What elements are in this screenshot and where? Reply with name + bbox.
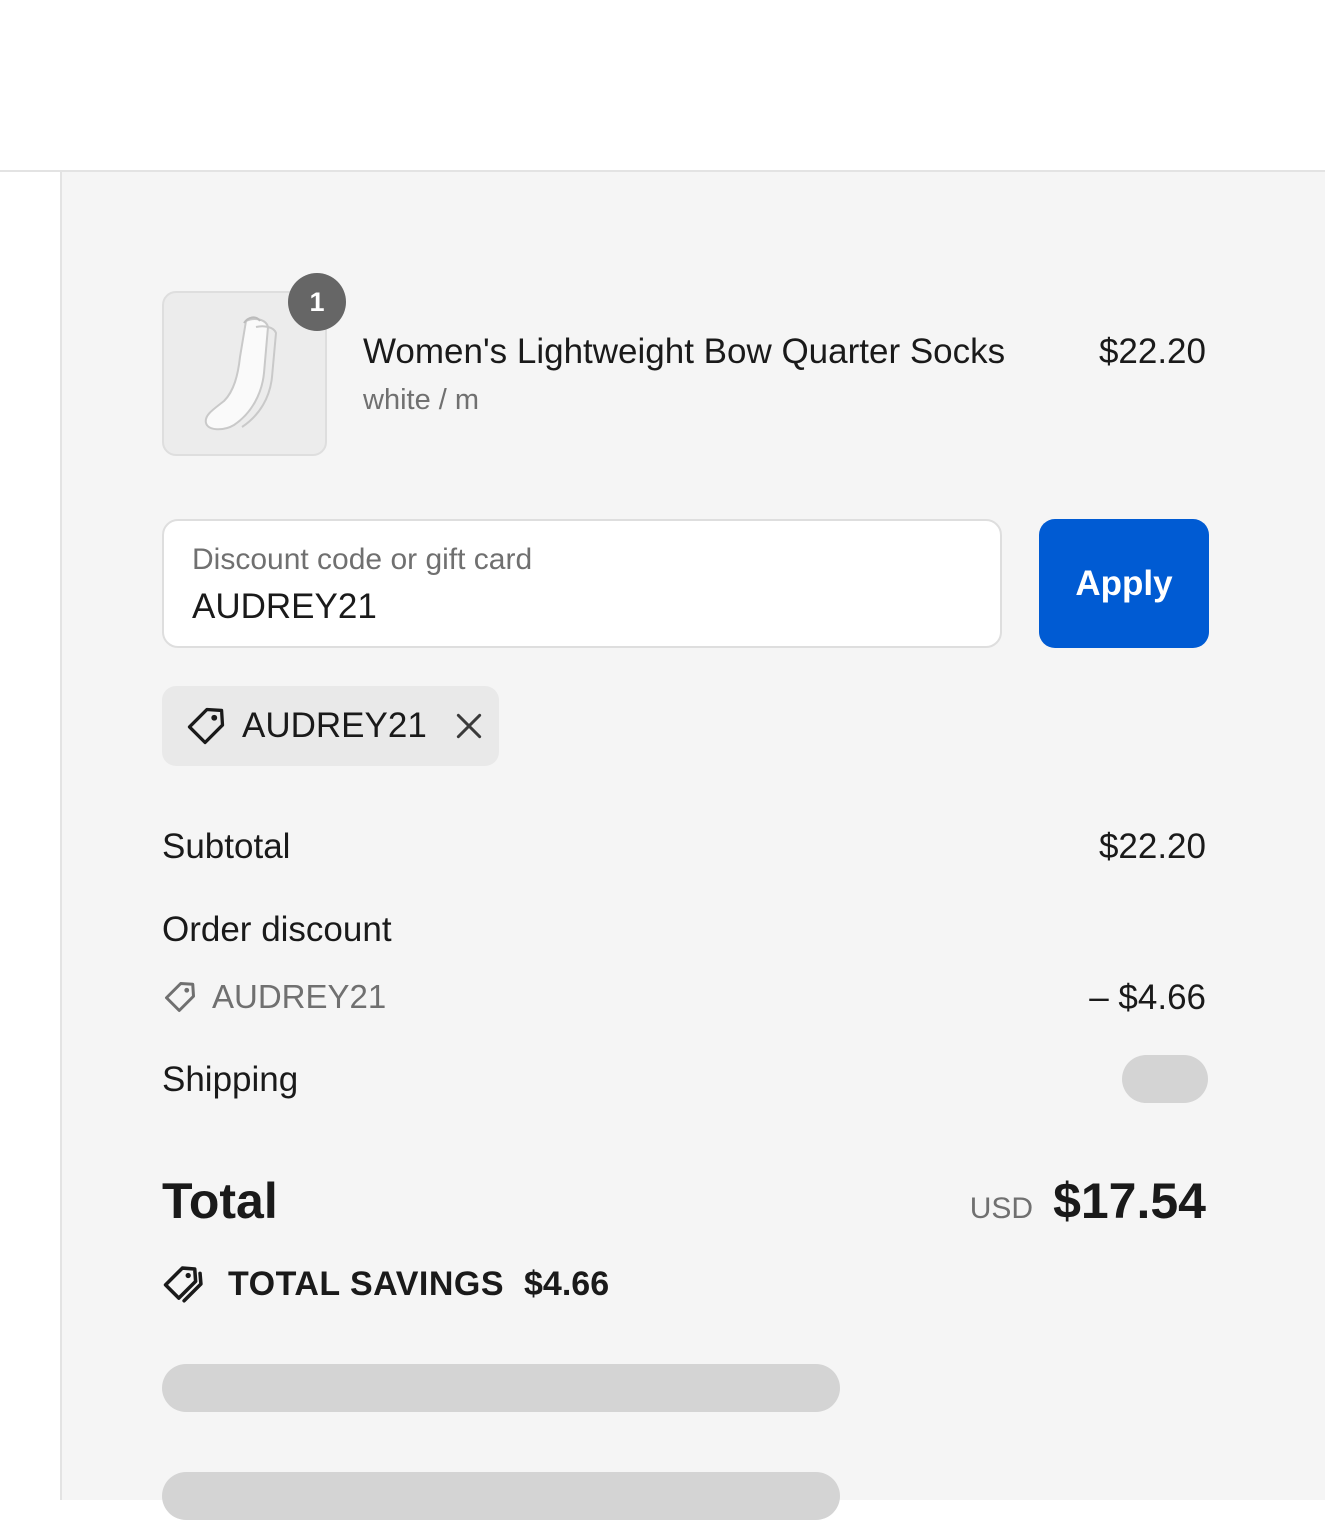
tag-icon	[187, 707, 225, 745]
remove-discount-close-icon[interactable]	[453, 710, 485, 742]
discount-code-input[interactable]	[192, 587, 972, 627]
loading-placeholder-bar	[162, 1472, 840, 1520]
product-price: $22.20	[1098, 332, 1206, 371]
product-thumbnail: 1	[162, 273, 346, 456]
sock-product-image	[204, 316, 278, 431]
loading-placeholder-bar	[162, 1364, 840, 1412]
order-discount-code: AUDREY21	[212, 978, 387, 1015]
order-discount-label: Order discount	[162, 910, 392, 949]
applied-discount-chip: AUDREY21	[162, 686, 499, 766]
order-discount-value: – $4.66	[1089, 978, 1206, 1017]
product-name: Women's Lightweight Bow Quarter Socks	[363, 332, 1006, 371]
tag-icon	[165, 982, 195, 1012]
discount-field-label: Discount code or gift card	[192, 543, 533, 576]
currency-code: USD	[969, 1192, 1034, 1225]
header-bar	[0, 0, 1325, 172]
applied-discount-code: AUDREY21	[242, 706, 427, 745]
total-amount: $17.54	[1053, 1173, 1206, 1229]
order-summary-panel: 1 Women's Lightweight Bow Quarter Socks …	[60, 172, 1325, 1520]
total-savings-label: TOTAL SAVINGS	[228, 1264, 505, 1303]
total-label: Total	[162, 1173, 278, 1229]
subtotal-value: $22.20	[1098, 827, 1206, 866]
order-discount-code-row: AUDREY21	[162, 978, 386, 1016]
subtotal-label: Subtotal	[162, 827, 291, 866]
total-savings-amount: $4.66	[524, 1264, 610, 1303]
total-savings-row: TOTAL SAVINGS $4.66	[162, 1262, 609, 1306]
shipping-value-loading-placeholder	[1122, 1055, 1208, 1103]
apply-discount-button[interactable]: Apply	[1039, 519, 1209, 648]
shipping-label: Shipping	[162, 1060, 299, 1099]
product-variant: white / m	[363, 384, 480, 416]
total-amount-group: USD $17.54	[970, 1172, 1206, 1230]
discount-code-field[interactable]: Discount code or gift card	[162, 519, 1002, 648]
savings-tags-icon	[163, 1266, 203, 1303]
quantity-badge: 1	[288, 273, 346, 331]
